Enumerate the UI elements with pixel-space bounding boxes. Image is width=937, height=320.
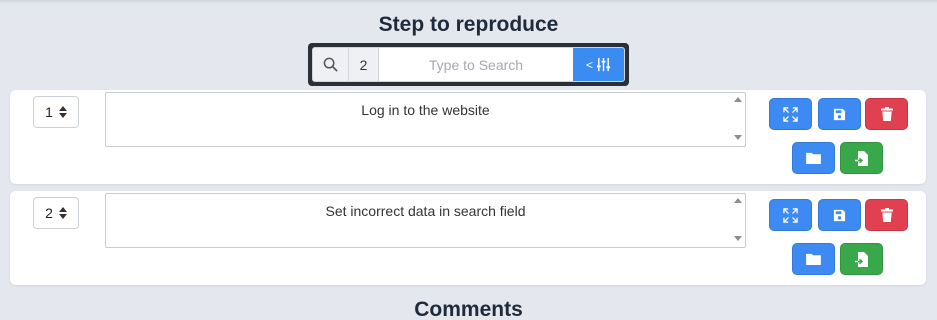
filter-toggle-button[interactable]: < xyxy=(573,48,624,81)
search-icon[interactable] xyxy=(313,48,349,81)
delete-button[interactable] xyxy=(865,98,908,130)
open-folder-button[interactable] xyxy=(792,142,835,174)
top-shadow xyxy=(0,0,937,4)
step-text-area[interactable]: Set incorrect data in search field xyxy=(105,193,746,248)
step-text: Log in to the website xyxy=(361,102,490,118)
expand-icon xyxy=(783,207,798,223)
expand-icon xyxy=(783,106,798,122)
save-icon xyxy=(833,108,846,120)
step-text: Set incorrect data in search field xyxy=(325,203,526,219)
delete-button[interactable] xyxy=(865,199,908,231)
sliders-icon xyxy=(596,57,611,72)
step-number-select[interactable]: 2 xyxy=(33,197,79,229)
trash-icon xyxy=(880,107,893,121)
trash-icon xyxy=(880,208,893,222)
expand-button[interactable] xyxy=(769,98,812,130)
save-button[interactable] xyxy=(818,199,861,231)
step-number-select[interactable]: 1 xyxy=(33,96,79,128)
folder-icon xyxy=(806,253,821,265)
scroll-up-arrow[interactable] xyxy=(734,198,742,203)
folder-icon xyxy=(806,152,821,164)
file-import-icon xyxy=(855,150,868,166)
sort-caret-icon xyxy=(58,207,67,219)
step-search-bar: 2 < xyxy=(308,43,629,86)
step-text-area[interactable]: Log in to the website xyxy=(105,92,746,147)
open-folder-button[interactable] xyxy=(792,243,835,275)
save-button[interactable] xyxy=(818,98,861,130)
scroll-down-arrow[interactable] xyxy=(734,236,742,241)
file-import-icon xyxy=(855,251,868,267)
filter-prefix: < xyxy=(585,57,593,72)
scroll-up-arrow[interactable] xyxy=(734,97,742,102)
scroll-down-arrow[interactable] xyxy=(734,135,742,140)
step-number: 2 xyxy=(45,205,53,221)
sort-caret-icon xyxy=(58,106,67,118)
expand-button[interactable] xyxy=(769,199,812,231)
search-group: 2 < xyxy=(312,47,625,82)
save-icon xyxy=(833,209,846,221)
insert-file-button[interactable] xyxy=(840,243,883,275)
search-result-count: 2 xyxy=(349,48,379,81)
comments-section-title: Comments xyxy=(414,298,523,320)
step-card: 1 Log in to the website xyxy=(10,90,926,184)
steps-section-title: Step to reproduce xyxy=(378,13,559,36)
step-card: 2 Set incorrect data in search field xyxy=(10,191,926,285)
insert-file-button[interactable] xyxy=(840,142,883,174)
step-number: 1 xyxy=(45,104,53,120)
search-input[interactable] xyxy=(379,48,573,81)
